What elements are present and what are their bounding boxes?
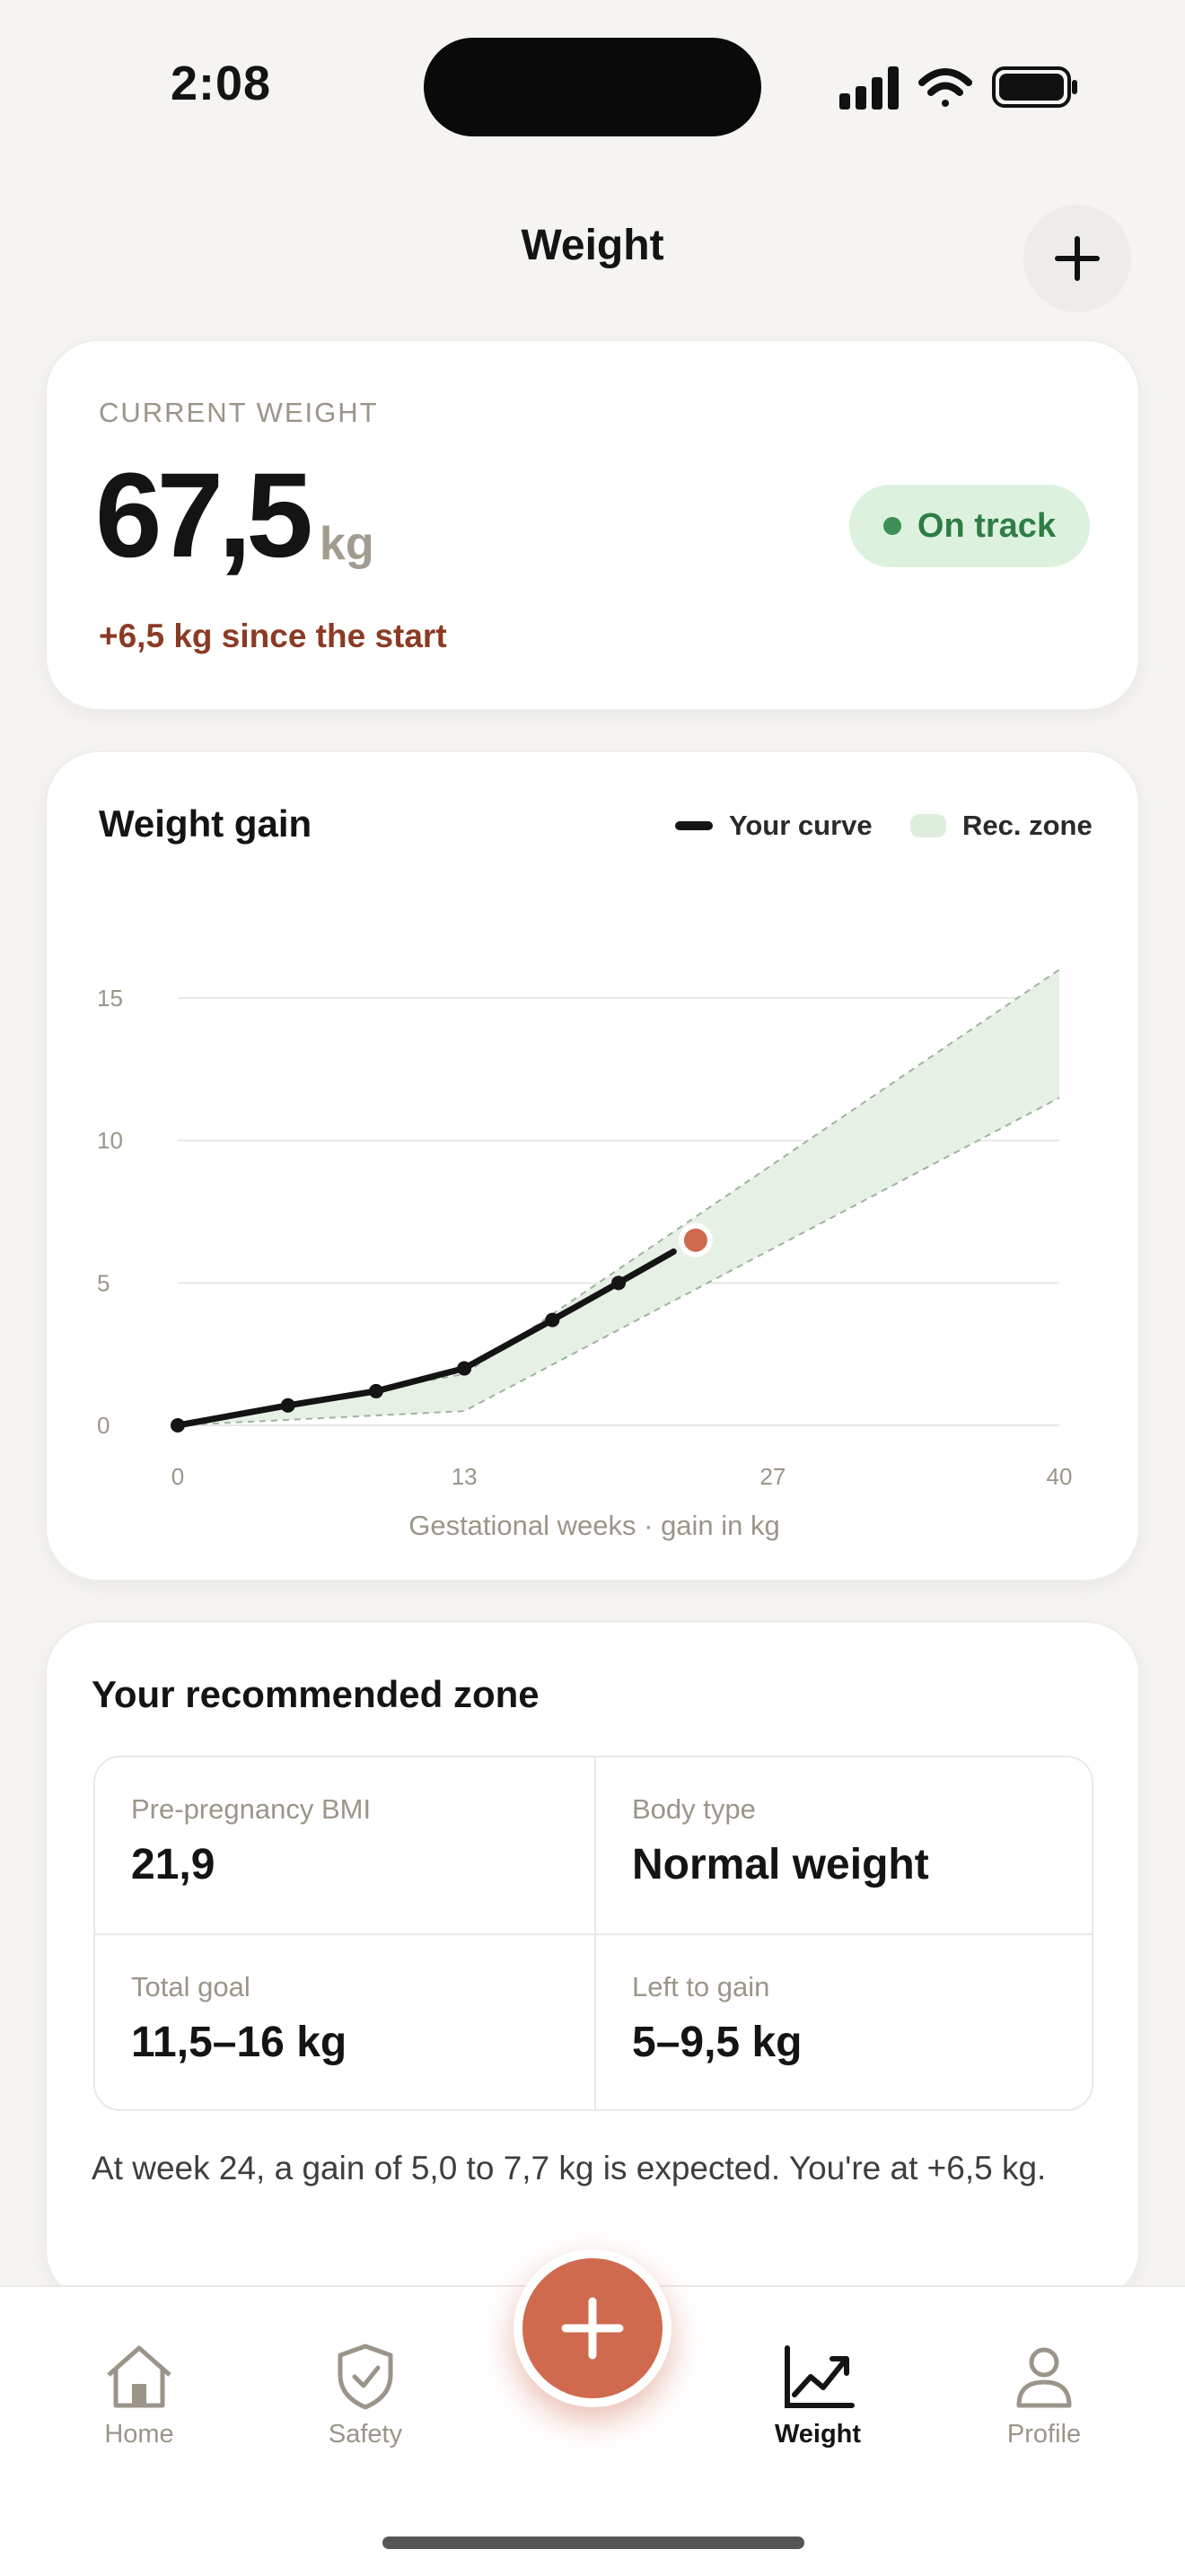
- add-weight-fab[interactable]: [514, 2249, 672, 2407]
- status-icons: [839, 66, 1077, 110]
- current-weight-label: CURRENT WEIGHT: [99, 397, 379, 428]
- tab-weight-label: Weight: [774, 2420, 862, 2449]
- tab-profile-label: Profile: [1006, 2420, 1082, 2449]
- left-to-gain-label: Left to gain: [632, 1971, 770, 2002]
- left-to-gain-value: 5–9,5 kg: [632, 2019, 803, 2066]
- home-icon: [107, 2345, 171, 2408]
- shield-icon: [338, 2344, 393, 2410]
- status-badge: On track: [849, 485, 1090, 567]
- current-weight-unit: kg: [320, 518, 374, 570]
- recommended-zone-card: Your recommended zone Pre-pregnancy BMI …: [45, 1621, 1140, 2303]
- weight-delta: +6,5 kg since the start: [99, 618, 447, 654]
- chart-icon: [785, 2345, 855, 2408]
- weight-gain-chart: 0 5 10 15 0 13 27 40 Gestational weeks · gain in…: [97, 968, 1073, 1541]
- signal-icon: [839, 66, 899, 110]
- grid-divider: [95, 1933, 1092, 1935]
- weight-gain-card: Weight gain Your curve Rec. zone 0 5 10 15 0…: [45, 750, 1140, 1582]
- plus-icon: [1055, 236, 1100, 281]
- y-tick-label: 15: [97, 985, 123, 1012]
- battery-icon: [992, 66, 1077, 108]
- zone-note: At week 24, a gain of 5,0 to 7,7 kg is e…: [92, 2150, 1047, 2186]
- person-icon: [1016, 2347, 1072, 2408]
- y-tick-label: 5: [97, 1269, 110, 1296]
- zone-title: Your recommended zone: [92, 1673, 540, 1715]
- total-goal-label: Total goal: [131, 1971, 250, 2002]
- tab-profile[interactable]: Profile: [954, 2343, 1134, 2449]
- tab-home-label: Home: [104, 2420, 174, 2449]
- data-point: [368, 1383, 383, 1398]
- y-tick-label: 10: [97, 1127, 123, 1154]
- home-indicator: [382, 2537, 804, 2549]
- zone-upper-edge: [177, 968, 1060, 1426]
- tab-safety-label: Safety: [328, 2420, 403, 2449]
- page-title: Weight: [521, 222, 664, 269]
- status-time: 2:08: [171, 57, 272, 110]
- x-axis-label: Gestational weeks · gain in kg: [408, 1510, 780, 1541]
- zone-stats-grid: Pre-pregnancy BMI 21,9 Body type Normal …: [93, 1756, 1093, 2111]
- tab-home[interactable]: Home: [49, 2343, 229, 2449]
- data-point: [280, 1398, 295, 1413]
- data-point: [457, 1361, 472, 1376]
- x-tick-label: 13: [452, 1463, 478, 1490]
- recommended-zone-area: [178, 969, 1059, 1425]
- x-tick-label: 40: [1047, 1463, 1073, 1490]
- bmi-label: Pre-pregnancy BMI: [131, 1793, 372, 1825]
- data-point: [611, 1275, 626, 1291]
- x-tick-label: 27: [759, 1463, 786, 1490]
- bmi-value: 21,9: [131, 1841, 215, 1888]
- tab-weight[interactable]: Weight: [728, 2343, 908, 2449]
- plus-icon: [561, 2297, 624, 2360]
- data-point: [545, 1312, 560, 1327]
- current-weight-value: 67,5: [95, 449, 313, 583]
- body-type-label: Body type: [632, 1793, 756, 1825]
- current-point: [683, 1228, 707, 1252]
- status-badge-label: On track: [917, 506, 1057, 545]
- body-type-value: Normal weight: [632, 1841, 929, 1888]
- add-entry-button[interactable]: [1023, 205, 1131, 312]
- tab-safety[interactable]: Safety: [276, 2343, 455, 2449]
- wifi-icon: [918, 68, 972, 107]
- current-weight-card: CURRENT WEIGHT 67,5 kg +6,5 kg since the…: [45, 339, 1140, 711]
- dynamic-island: [424, 38, 761, 136]
- x-tick-label: 0: [171, 1463, 184, 1490]
- total-goal-value: 11,5–16 kg: [131, 2019, 347, 2066]
- data-point: [171, 1418, 185, 1433]
- y-tick-label: 0: [97, 1412, 110, 1439]
- status-dot-icon: [882, 517, 901, 535]
